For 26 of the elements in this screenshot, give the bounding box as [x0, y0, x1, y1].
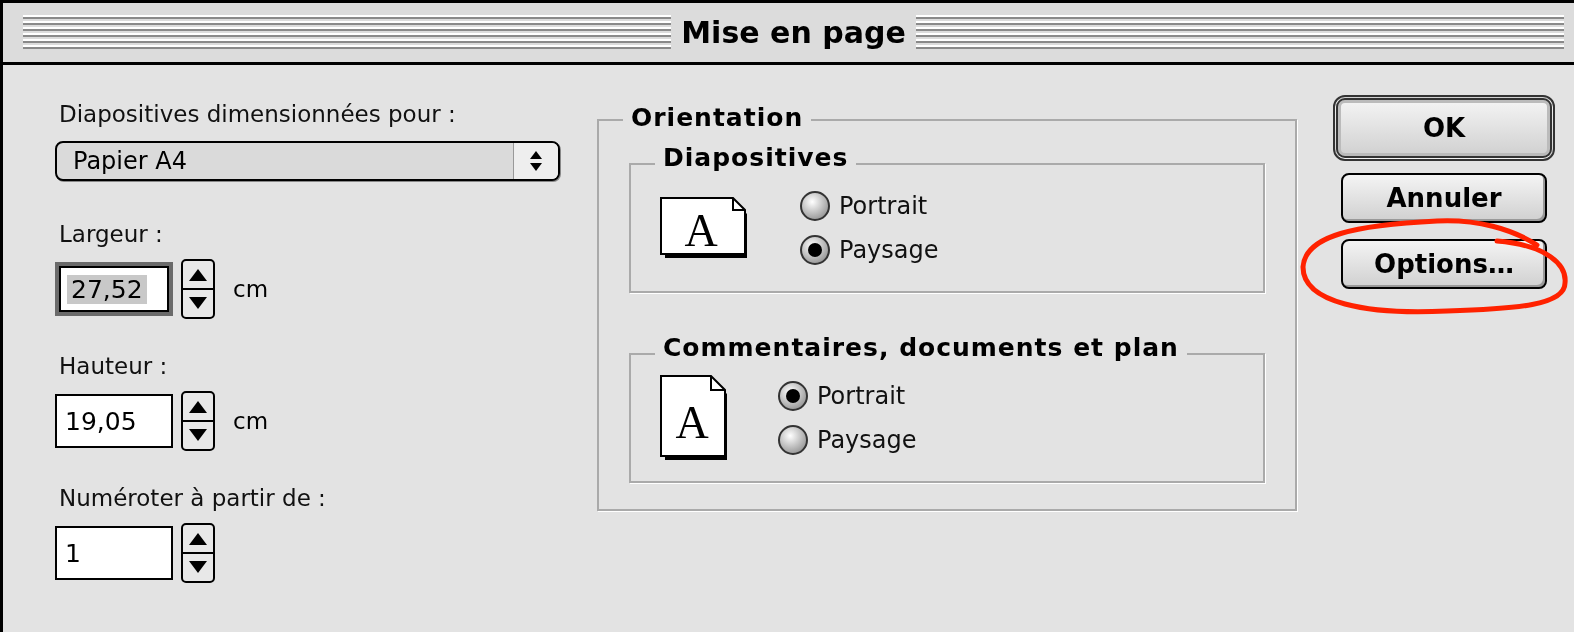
radio-label: Paysage — [839, 236, 939, 264]
updown-arrows-icon — [529, 149, 543, 173]
stepper-control[interactable] — [181, 259, 215, 319]
radio-button[interactable] — [777, 424, 809, 456]
field-label: Numéroter à partir de : — [59, 485, 327, 511]
field-label: Diapositives dimensionnées pour : — [59, 101, 457, 127]
dialog-button[interactable]: Annuler — [1341, 173, 1547, 223]
radio-button[interactable] — [799, 234, 831, 266]
radio-button[interactable] — [777, 380, 809, 412]
unit-label: cm — [233, 276, 269, 302]
number-field[interactable]: 19,05 — [55, 394, 173, 448]
slide-size-dropdown[interactable]: Papier A4 — [55, 141, 560, 181]
field-label: Hauteur : — [59, 353, 169, 379]
window-title: Mise en page — [681, 15, 906, 50]
radio-button[interactable] — [799, 190, 831, 222]
unit-label: cm — [233, 408, 269, 434]
dialog-button[interactable]: Options… — [1341, 239, 1547, 289]
stepper-control[interactable] — [181, 391, 215, 451]
stepper-control[interactable] — [181, 523, 215, 583]
number-field[interactable]: 1 — [55, 526, 173, 580]
radio-label: Portrait — [839, 192, 928, 220]
radio-label: Paysage — [817, 426, 917, 454]
dialog-button[interactable]: OK — [1333, 95, 1555, 161]
radio-label: Portrait — [817, 382, 906, 410]
field-label: Largeur : — [59, 221, 164, 247]
number-field[interactable]: 27,52 — [55, 262, 173, 316]
